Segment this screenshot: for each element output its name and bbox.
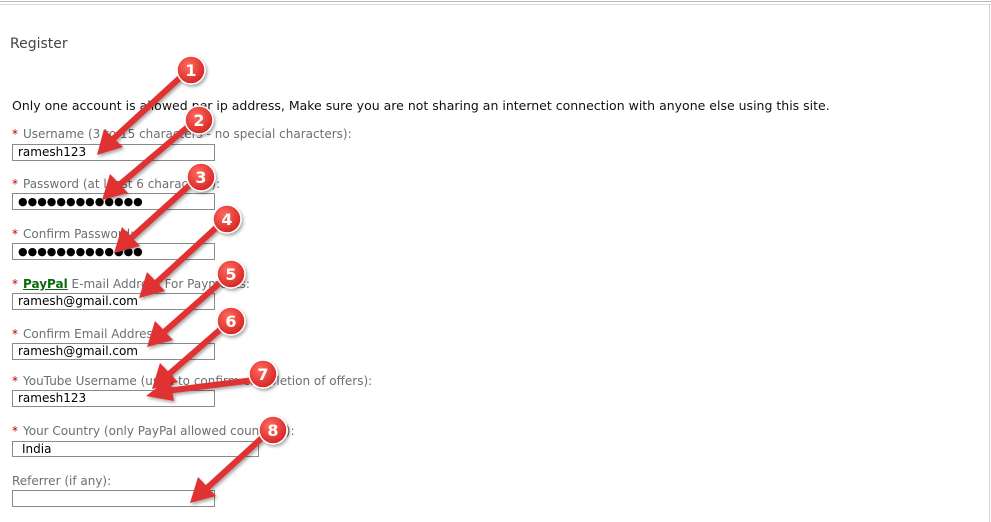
annotation-number: 4 [221, 210, 232, 229]
annotation-1: 1 [97, 55, 206, 155]
annotation-overlay: 1 2 3 4 5 6 7 8 [97, 55, 288, 503]
annotation-number: 5 [225, 265, 236, 284]
annotation-8: 8 [190, 415, 288, 503]
annotation-number: 3 [195, 168, 206, 187]
annotation-number: 6 [225, 312, 236, 331]
annotation-number: 7 [257, 365, 268, 384]
annotation-number: 2 [193, 111, 204, 130]
annotation-number: 8 [267, 421, 278, 440]
annotation-number: 1 [185, 61, 196, 80]
annotation-6: 6 [152, 306, 246, 389]
